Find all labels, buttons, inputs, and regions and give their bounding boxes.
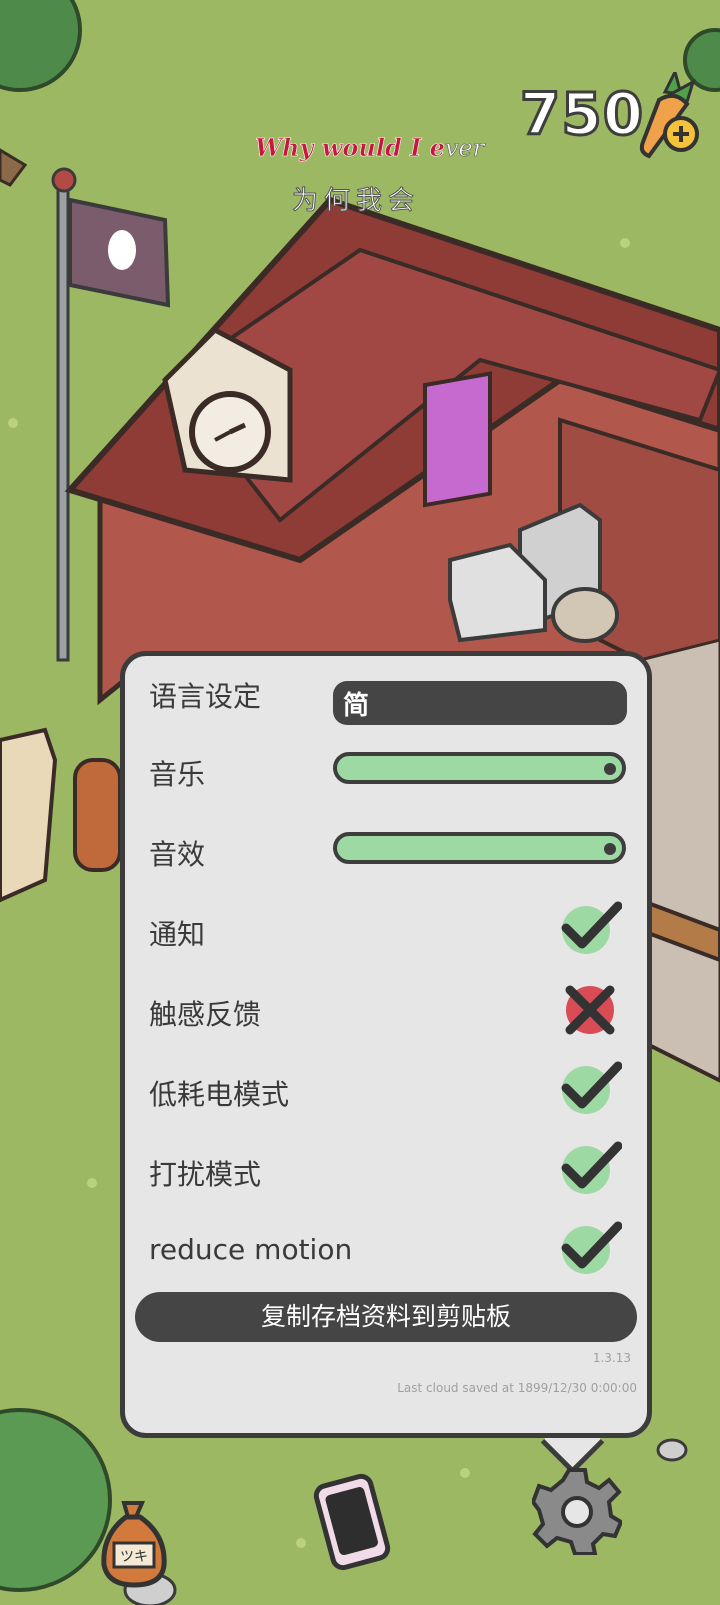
subtitle-english: Why would I ever — [255, 133, 485, 163]
notifications-label: 通知 — [149, 918, 206, 951]
subtitle-chinese: 为何我会 — [291, 186, 421, 217]
sfx-label: 音效 — [149, 838, 206, 871]
check-icon — [561, 901, 623, 954]
check-icon — [561, 1141, 623, 1194]
version-text: 1.3.13 — [592, 1351, 631, 1365]
low-power-toggle[interactable] — [560, 1058, 623, 1116]
gear-icon — [530, 1468, 624, 1556]
music-slider-handle[interactable] — [604, 763, 616, 775]
do-not-disturb-label: 打扰模式 — [149, 1158, 262, 1191]
check-icon — [561, 1061, 623, 1114]
language-label: 语言设定 — [149, 680, 262, 713]
sfx-slider[interactable] — [333, 832, 626, 864]
check-icon — [561, 1221, 623, 1274]
phone-button[interactable] — [310, 1470, 394, 1574]
bag-button[interactable]: ツキ — [96, 1495, 172, 1590]
reduce-motion-toggle[interactable] — [560, 1218, 623, 1276]
cross-icon — [565, 985, 615, 1035]
language-select[interactable]: 简 — [333, 681, 627, 725]
carrot-plus-icon — [639, 67, 699, 159]
haptics-label: 触感反馈 — [149, 998, 262, 1031]
bag-icon: ツキ — [101, 1501, 167, 1588]
carrot-count: 750 — [518, 79, 645, 150]
music-slider[interactable] — [333, 752, 626, 784]
subtitle-english-main: Why would I e — [255, 133, 446, 163]
reduce-motion-label: reduce motion — [149, 1233, 353, 1266]
cloud-save-status: Last cloud saved at 1899/12/30 0:00:00 — [397, 1381, 637, 1395]
low-power-label: 低耗电模式 — [149, 1078, 290, 1111]
bag-label: ツキ — [120, 1549, 148, 1565]
copy-save-data-button[interactable]: 复制存档资料到剪贴板 — [135, 1292, 637, 1342]
haptics-toggle[interactable] — [560, 978, 622, 1036]
subtitle-english-tail: ver — [444, 134, 485, 163]
settings-panel: 语言设定 简 音乐 音效 通知 触感反馈 低耗电模式 打扰模式 reduce m… — [120, 651, 652, 1438]
phone-icon — [313, 1473, 391, 1571]
settings-button[interactable] — [530, 1465, 624, 1556]
music-label: 音乐 — [149, 758, 206, 791]
do-not-disturb-toggle[interactable] — [560, 1138, 623, 1196]
sfx-slider-handle[interactable] — [604, 843, 616, 855]
buy-carrots-button[interactable] — [635, 67, 707, 164]
notifications-toggle[interactable] — [560, 898, 623, 956]
